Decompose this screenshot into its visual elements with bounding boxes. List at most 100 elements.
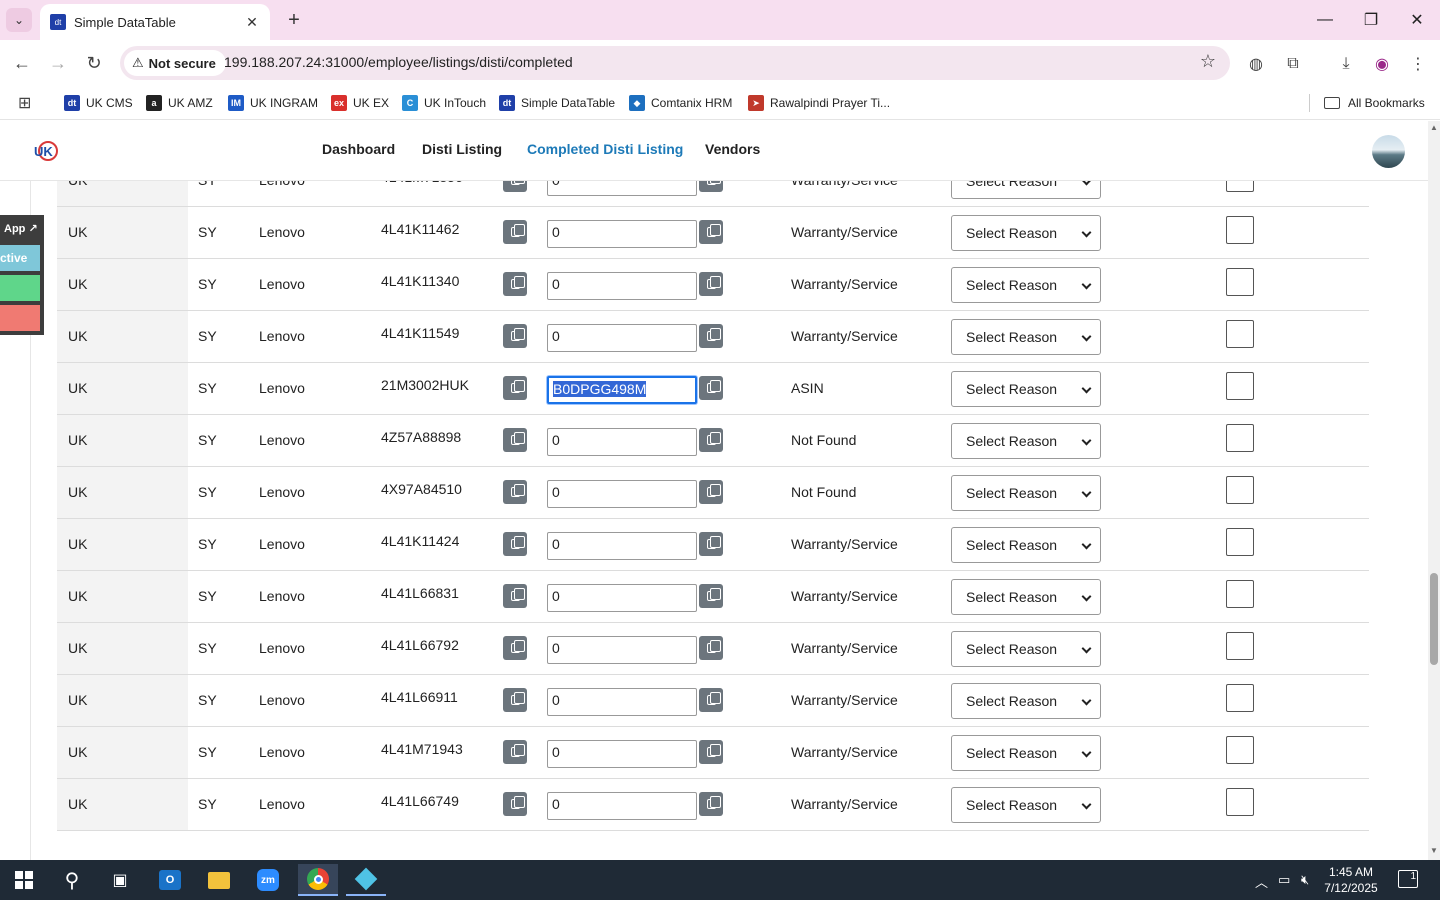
side-panel-active-button[interactable]: ctive	[0, 245, 40, 271]
bookmark-item[interactable]: IM UK INGRAM	[228, 92, 318, 114]
copy-part-button[interactable]	[503, 636, 527, 660]
back-icon[interactable]: ←	[9, 50, 35, 76]
all-bookmarks-button[interactable]: All Bookmarks	[1324, 92, 1425, 114]
nav-disti-listing[interactable]: Disti Listing	[422, 141, 502, 157]
copy-part-button[interactable]	[503, 792, 527, 816]
reason-select[interactable]: Select Reason	[951, 579, 1101, 615]
profile-icon[interactable]: ◉	[1370, 52, 1394, 76]
asin-input[interactable]: B0DPGG498M	[547, 376, 697, 404]
scroll-down-icon[interactable]: ▼	[1430, 846, 1438, 855]
system-clock[interactable]: 1:45 AM 7/12/2025	[1320, 864, 1382, 896]
chrome-icon[interactable]	[298, 864, 338, 896]
maximize-icon[interactable]: ❐	[1359, 8, 1383, 32]
copy-value-button[interactable]	[699, 792, 723, 816]
forward-icon[interactable]: →	[45, 50, 71, 76]
copy-value-button[interactable]	[699, 584, 723, 608]
task-view-icon[interactable]: ▣	[100, 864, 140, 896]
copy-part-button[interactable]	[503, 480, 527, 504]
page-scrollbar[interactable]: ▲ ▼	[1428, 121, 1440, 860]
reason-select[interactable]: Select Reason	[951, 475, 1101, 511]
tray-chevron-up-icon[interactable]: ︿	[1255, 872, 1268, 891]
bookmark-star-icon[interactable]: ☆	[1200, 51, 1216, 72]
row-checkbox[interactable]	[1226, 632, 1254, 660]
copy-value-button[interactable]	[699, 272, 723, 296]
volume-muted-icon[interactable]: 🔇︎	[1301, 872, 1309, 888]
row-checkbox[interactable]	[1226, 476, 1254, 504]
reload-icon[interactable]: ↻	[81, 50, 107, 76]
asin-input[interactable]: 0	[547, 480, 697, 508]
row-checkbox[interactable]	[1226, 788, 1254, 816]
asin-input[interactable]: 0	[547, 532, 697, 560]
copy-part-button[interactable]	[503, 740, 527, 764]
copy-value-button[interactable]	[699, 324, 723, 348]
url-text[interactable]: 199.188.207.24:31000/employee/listings/d…	[224, 54, 573, 70]
copy-value-button[interactable]	[699, 480, 723, 504]
new-tab-icon[interactable]: +	[282, 8, 306, 32]
asin-input[interactable]: 0	[547, 324, 697, 352]
copy-value-button[interactable]	[699, 740, 723, 764]
translate-icon[interactable]: ◍	[1244, 52, 1268, 76]
copy-part-button[interactable]	[503, 688, 527, 712]
file-explorer-icon[interactable]	[199, 864, 239, 896]
bookmark-item[interactable]: a UK AMZ	[146, 92, 213, 114]
reason-select[interactable]: Select Reason	[951, 683, 1101, 719]
bookmark-item[interactable]: ◆ Comtanix HRM	[629, 92, 732, 114]
asin-input[interactable]: 0	[547, 584, 697, 612]
row-checkbox[interactable]	[1226, 528, 1254, 556]
outlook-icon[interactable]: O	[150, 864, 190, 896]
row-checkbox[interactable]	[1226, 268, 1254, 296]
reason-select[interactable]: Select Reason	[951, 527, 1101, 563]
reason-select[interactable]: Select Reason	[951, 319, 1101, 355]
app-diamond-icon[interactable]	[346, 864, 386, 896]
nav-dashboard[interactable]: Dashboard	[322, 141, 395, 157]
scroll-up-icon[interactable]: ▲	[1430, 123, 1438, 132]
row-checkbox[interactable]	[1226, 736, 1254, 764]
copy-part-button[interactable]	[503, 532, 527, 556]
reason-select[interactable]: Select Reason	[951, 371, 1101, 407]
bookmark-item[interactable]: C UK InTouch	[402, 92, 486, 114]
reason-select[interactable]: Select Reason	[951, 423, 1101, 459]
bookmark-item[interactable]: ex UK EX	[331, 92, 389, 114]
network-icon[interactable]: ▭	[1278, 872, 1290, 888]
row-checkbox[interactable]	[1226, 424, 1254, 452]
extensions-icon[interactable]: ⧉	[1281, 52, 1305, 76]
side-panel-app-link[interactable]: App ↗	[0, 219, 40, 239]
row-checkbox[interactable]	[1226, 580, 1254, 608]
reason-select[interactable]: Select Reason	[951, 735, 1101, 771]
bookmark-item[interactable]: dt UK CMS	[64, 92, 133, 114]
side-panel-green-button[interactable]	[0, 275, 40, 301]
nav-vendors[interactable]: Vendors	[705, 141, 760, 157]
copy-part-button[interactable]	[503, 272, 527, 296]
browser-tab[interactable]: dt Simple DataTable ✕	[40, 4, 270, 40]
uk-logo-icon[interactable]: UK	[32, 137, 60, 165]
copy-part-button[interactable]	[503, 220, 527, 244]
close-tab-icon[interactable]: ✕	[244, 14, 260, 31]
close-window-icon[interactable]: ✕	[1405, 8, 1429, 32]
zoom-icon[interactable]: zm	[248, 864, 288, 896]
copy-part-button[interactable]	[503, 324, 527, 348]
row-checkbox[interactable]	[1226, 372, 1254, 400]
tab-search-icon[interactable]: ⌄	[6, 8, 32, 32]
asin-input[interactable]: 0	[547, 688, 697, 716]
scrollbar-thumb[interactable]	[1430, 573, 1438, 665]
copy-part-button[interactable]	[503, 428, 527, 452]
menu-kebab-icon[interactable]: ⋮	[1406, 52, 1430, 76]
download-icon[interactable]: ⤓	[1334, 52, 1358, 76]
copy-value-button[interactable]	[699, 428, 723, 452]
minimize-icon[interactable]: —	[1313, 8, 1337, 32]
reason-select[interactable]: Select Reason	[951, 215, 1101, 251]
reason-select[interactable]: Select Reason	[951, 267, 1101, 303]
asin-input[interactable]: 0	[547, 220, 697, 248]
asin-input[interactable]: 0	[547, 792, 697, 820]
start-button[interactable]	[4, 864, 44, 896]
row-checkbox[interactable]	[1226, 320, 1254, 348]
search-icon[interactable]: ⚲	[52, 864, 92, 896]
asin-input[interactable]: 0	[547, 428, 697, 456]
row-checkbox[interactable]	[1226, 216, 1254, 244]
copy-part-button[interactable]	[503, 376, 527, 400]
side-panel-red-button[interactable]	[0, 305, 40, 331]
bookmark-item[interactable]: dt Simple DataTable	[499, 92, 615, 114]
user-avatar[interactable]	[1372, 135, 1405, 168]
asin-input[interactable]: 0	[547, 272, 697, 300]
asin-input[interactable]: 0	[547, 740, 697, 768]
